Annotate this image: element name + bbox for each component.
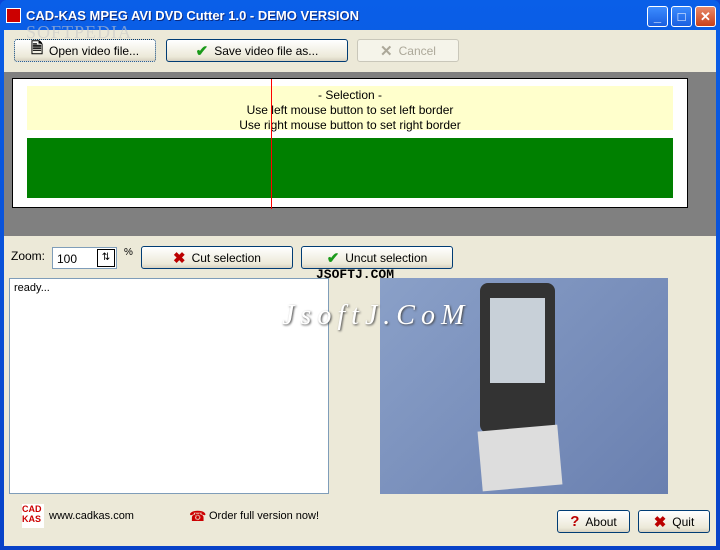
selection-title: - Selection - xyxy=(317,88,383,102)
x-icon: ✖ xyxy=(173,249,186,267)
selection-info: - Selection - Use left mouse button to s… xyxy=(27,86,673,132)
cadkas-logo: CAD KAS xyxy=(22,504,44,528)
position-marker[interactable] xyxy=(271,79,272,209)
x-icon: ✕ xyxy=(380,42,393,60)
log-output[interactable]: ready... xyxy=(9,278,329,494)
zoom-label: Zoom: xyxy=(11,249,46,263)
video-preview xyxy=(380,278,668,494)
client-area: 🗎 Open video file... ✔ Save video file as.… xyxy=(4,30,716,546)
zoom-spinner[interactable]: ⇅ xyxy=(97,249,115,267)
timeline[interactable]: - Selection - Use left mouse button to s… xyxy=(12,78,688,209)
preview-frame xyxy=(480,283,555,433)
checkmark-icon: ✔ xyxy=(195,42,209,60)
order-link[interactable]: Order full version now! xyxy=(209,510,319,522)
phone-icon: ☎ xyxy=(189,508,207,524)
video-track[interactable] xyxy=(27,138,673,198)
quit-label: Quit xyxy=(672,514,695,529)
x-icon: ✖ xyxy=(653,513,667,531)
uncut-selection-button[interactable]: ✔ Uncut selection xyxy=(301,246,453,269)
cut-label: Cut selection xyxy=(191,250,261,265)
checkmark-icon: ✔ xyxy=(326,249,340,267)
selection-hint-right: Use right mouse button to set right bord… xyxy=(239,118,461,132)
cut-selection-button[interactable]: ✖ Cut selection xyxy=(141,246,293,269)
uncut-label: Uncut selection xyxy=(345,250,428,265)
about-label: About xyxy=(585,514,617,529)
open-label: Open video file... xyxy=(49,43,140,58)
about-button[interactable]: ? About xyxy=(557,510,630,533)
open-video-button[interactable]: 🗎 Open video file... xyxy=(14,39,156,62)
cancel-button[interactable]: ✕ Cancel xyxy=(357,39,459,62)
save-video-button[interactable]: ✔ Save video file as... xyxy=(166,39,348,62)
cancel-label: Cancel xyxy=(398,43,436,58)
question-icon: ? xyxy=(570,513,580,530)
document-icon: 🗎 xyxy=(30,40,43,57)
selection-hint-left: Use left mouse button to set left border xyxy=(246,103,454,117)
save-label: Save video file as... xyxy=(214,43,319,58)
timeline-panel: - Selection - Use left mouse button to s… xyxy=(4,72,716,236)
website-link[interactable]: www.cadkas.com xyxy=(49,510,134,522)
zoom-unit: % xyxy=(124,247,133,258)
app-window: CAD-KAS MPEG AVI DVD Cutter 1.0 - DEMO V… xyxy=(0,0,720,550)
minimize-button[interactable]: _ xyxy=(647,6,668,27)
zoom-field[interactable]: 100 ⇅ xyxy=(52,247,117,269)
quit-button[interactable]: ✖ Quit xyxy=(638,510,710,533)
window-title: CAD-KAS MPEG AVI DVD Cutter 1.0 - DEMO V… xyxy=(26,8,359,23)
zoom-value[interactable]: 100 xyxy=(57,252,77,266)
close-button[interactable]: ✕ xyxy=(695,6,716,27)
app-icon xyxy=(6,8,21,23)
maximize-button[interactable]: □ xyxy=(671,6,692,27)
